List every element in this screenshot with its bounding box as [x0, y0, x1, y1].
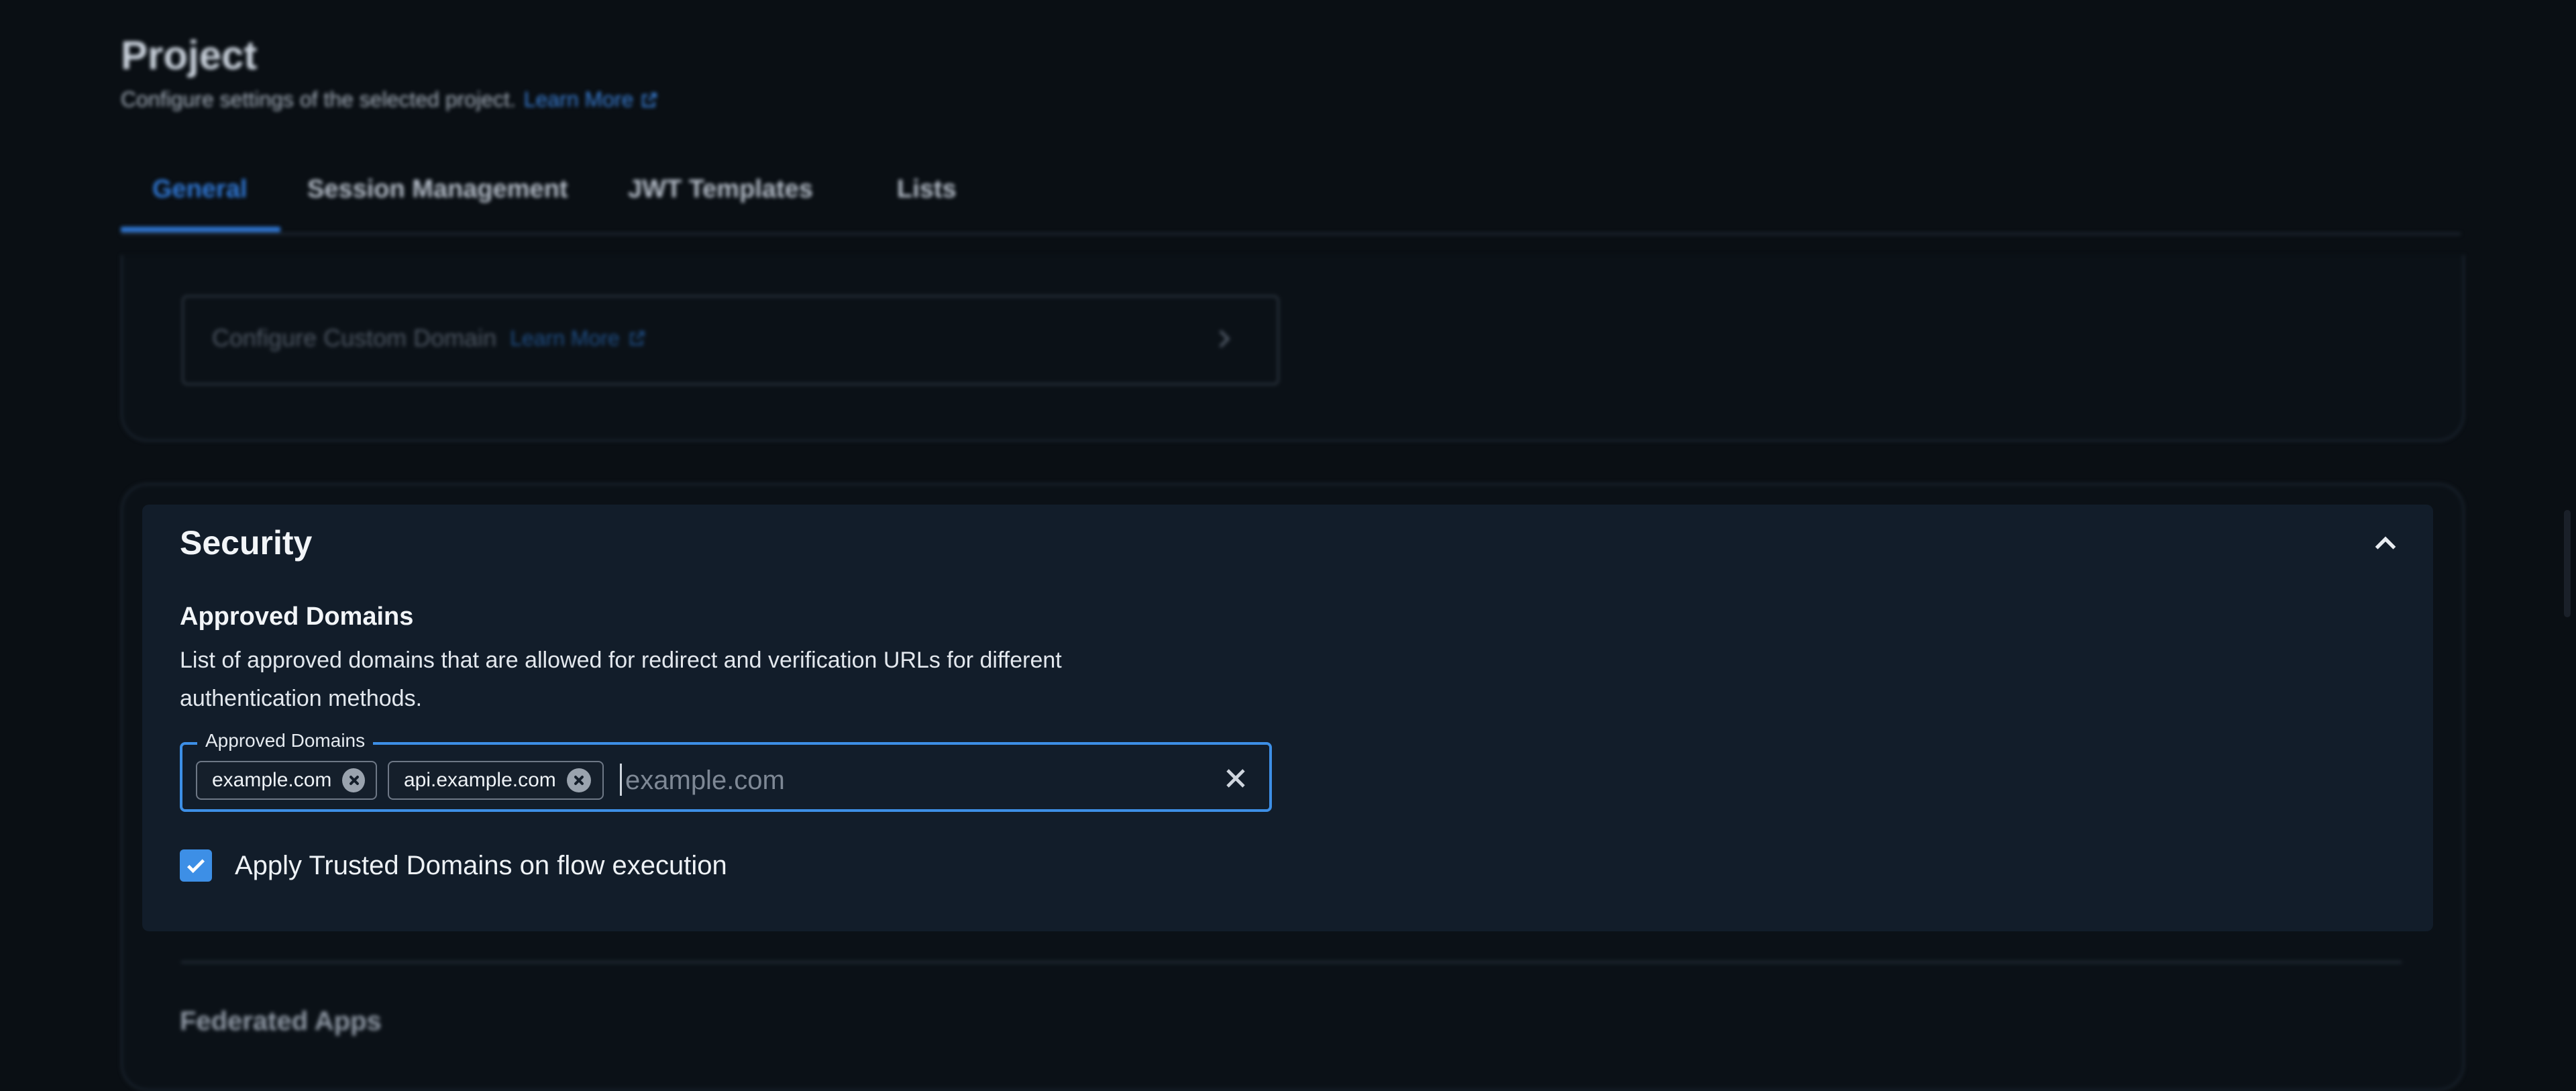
- federated-apps-title: Federated Apps: [180, 1006, 382, 1036]
- learn-more-link[interactable]: Learn More: [524, 87, 659, 112]
- trusted-domains-label: Apply Trusted Domains on flow execution: [235, 850, 727, 880]
- trusted-domains-row: Apply Trusted Domains on flow execution: [180, 849, 727, 882]
- approved-domains-input[interactable]: [625, 761, 1363, 800]
- domain-chip: api.example.com: [388, 761, 604, 800]
- domain-chip: example.com: [196, 761, 377, 800]
- checkmark-icon: [186, 859, 205, 874]
- text-caret: [620, 764, 622, 796]
- tab-jwt-templates[interactable]: JWT Templates: [628, 175, 813, 204]
- custom-domain-card: Configure Custom Domain Learn More: [121, 255, 2465, 441]
- approved-domains-title: Approved Domains: [180, 603, 414, 631]
- tab-bar: General Session Management JWT Templates…: [121, 171, 2461, 235]
- active-tab-indicator: [121, 227, 280, 232]
- custom-domain-row: Configure Custom Domain Learn More: [212, 324, 647, 352]
- page-subtitle: Configure settings of the selected proje…: [121, 87, 659, 112]
- custom-domain-learn-more-label: Learn More: [510, 325, 620, 350]
- security-panel: Security Approved Domains List of approv…: [142, 505, 2433, 931]
- page-subtitle-text: Configure settings of the selected proje…: [121, 87, 516, 111]
- section-divider: [181, 961, 2402, 964]
- tab-general[interactable]: General: [152, 175, 248, 204]
- external-link-icon: [630, 331, 645, 346]
- clear-icon[interactable]: [1220, 762, 1252, 794]
- domain-chip-label: example.com: [212, 769, 332, 791]
- configure-custom-domain-button[interactable]: Configure Custom Domain Learn More: [182, 295, 1279, 385]
- domain-chip-label: api.example.com: [404, 769, 556, 791]
- tab-session-management[interactable]: Session Management: [307, 175, 568, 204]
- chip-remove-icon[interactable]: [342, 768, 365, 792]
- app-frame: Project Configure settings of the select…: [0, 0, 2576, 1091]
- approved-domains-description: List of approved domains that are allowe…: [180, 647, 1062, 711]
- external-link-icon: [642, 92, 657, 107]
- approved-domains-field[interactable]: Approved Domains example.com api.example…: [180, 730, 1363, 812]
- page-title: Project: [121, 33, 258, 78]
- chevron-up-icon[interactable]: [2370, 529, 2401, 560]
- trusted-domains-checkbox[interactable]: [180, 849, 212, 882]
- chip-remove-icon[interactable]: [566, 768, 591, 792]
- tab-lists[interactable]: Lists: [897, 175, 957, 204]
- custom-domain-learn-more-link[interactable]: Learn More: [510, 326, 647, 351]
- learn-more-label: Learn More: [523, 87, 634, 111]
- chevron-right-icon: [1219, 329, 1230, 348]
- approved-domains-field-label: Approved Domains: [197, 730, 374, 751]
- scrollbar-thumb[interactable]: [2564, 510, 2571, 617]
- custom-domain-label: Configure Custom Domain: [212, 324, 497, 352]
- security-title: Security: [180, 524, 313, 562]
